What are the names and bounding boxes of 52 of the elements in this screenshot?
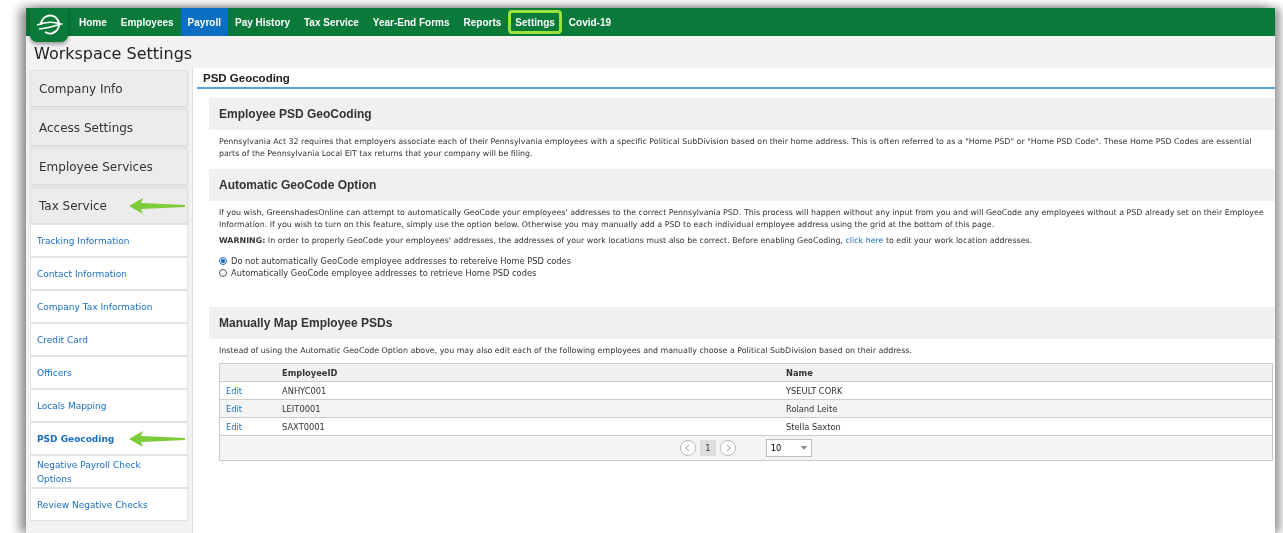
sidebar-link[interactable]: Officers	[30, 356, 188, 389]
sidebar-section[interactable]: Company Info	[30, 70, 188, 107]
radio-option[interactable]: Automatically GeoCode employee addresses to retrieve Home PSD codes	[219, 267, 1265, 279]
sidebar-link[interactable]: Company Tax Information	[30, 290, 188, 323]
sidebar-link[interactable]: Credit Card	[30, 323, 188, 356]
option-label: Automatically GeoCode employee addresses to retrieve Home PSD codes	[231, 268, 537, 278]
page-title: Workspace Settings	[26, 36, 1275, 68]
table-cell-text: Stella Saxton	[785, 421, 842, 432]
section-heading: Employee PSD GeoCoding	[209, 98, 1275, 130]
nav-tab[interactable]: Payroll	[180, 8, 228, 36]
table-cell-text: Roland Leite	[785, 403, 839, 414]
sidebar-section[interactable]: Access Settings	[30, 109, 188, 146]
table-cell-text: YSEULT CORK	[785, 385, 844, 396]
radio-button[interactable]	[219, 257, 227, 265]
section-heading: Automatic GeoCode Option	[209, 169, 1275, 201]
sidebar-section[interactable]: Tax Service	[30, 187, 188, 224]
nav-tab[interactable]: Home	[72, 8, 114, 36]
table-cell-text: ANHYC001	[281, 385, 328, 396]
page-size-select[interactable]: 10	[765, 439, 812, 457]
nav-tab[interactable]: Employees	[113, 8, 181, 36]
nav-tab[interactable]: Settings	[508, 10, 562, 34]
dropdown-caret-icon	[800, 446, 807, 450]
nav-tab[interactable]: Pay History	[227, 8, 297, 36]
radio-button[interactable]	[219, 269, 227, 277]
sidebar-link[interactable]: PSD Geocoding	[30, 422, 188, 455]
sidebar-section[interactable]: Employee Services	[30, 148, 188, 185]
page-number[interactable]: 1	[700, 440, 716, 456]
chevron-right-icon	[724, 445, 731, 451]
nav-tab[interactable]: Tax Service	[297, 8, 366, 36]
column-header: Name	[785, 367, 814, 378]
section-heading: Manually Map Employee PSDs	[209, 307, 1275, 339]
nav-tab[interactable]: Covid-19	[561, 8, 619, 36]
sidebar-link[interactable]: Review Negative Checks	[30, 488, 188, 521]
table-cell-text: LEIT0001	[281, 403, 322, 414]
sidebar-link[interactable]: Tracking Information	[30, 224, 188, 257]
arrow-icon	[129, 430, 185, 447]
chevron-left-icon	[685, 445, 692, 451]
radio-option[interactable]: Do not automatically GeoCode employee addresses to retereive Home PSD codes	[219, 255, 1265, 267]
logo-icon[interactable]	[30, 8, 68, 42]
sidebar-link[interactable]: Contact Information	[30, 257, 188, 290]
edit-link[interactable]: Edit	[220, 385, 276, 396]
table-cell-text: SAXT0001	[281, 421, 326, 432]
nav-tab[interactable]: Year-End Forms	[365, 8, 457, 36]
sidebar-link[interactable]: Negative Payroll Check Options	[30, 455, 188, 488]
content-title: PSD Geocoding	[197, 68, 1275, 89]
arrow-icon	[129, 197, 185, 214]
sidebar-link[interactable]: Locals Mapping	[30, 389, 188, 422]
option-label: Do not automatically GeoCode employee addresses to retereive Home PSD codes	[231, 256, 571, 266]
edit-link[interactable]: Edit	[220, 403, 276, 414]
nav-tab[interactable]: Reports	[456, 8, 509, 36]
column-header: EmployeeID	[281, 367, 339, 378]
edit-link[interactable]: Edit	[220, 421, 276, 432]
